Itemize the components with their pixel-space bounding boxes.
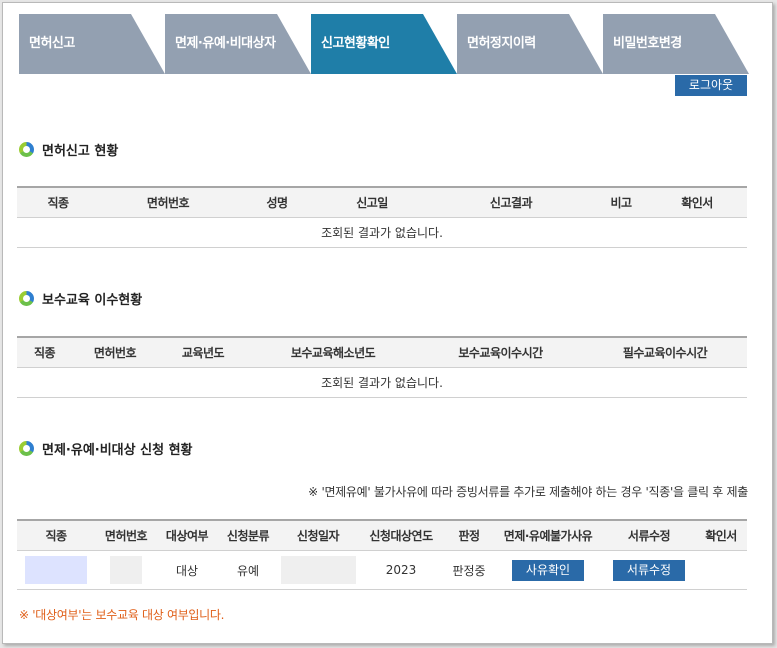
section-title-text: 보수교육 이수현황 [42, 292, 143, 308]
section-license-report-title: 면허신고 현황 [19, 138, 118, 160]
ring-icon [19, 440, 34, 456]
redacted-block [280, 556, 356, 584]
col-header: 신고일 [356, 196, 388, 210]
apply-date-cell [279, 551, 357, 589]
empty-message: 조회된 결과가 없습니다. [17, 368, 747, 398]
ring-icon [19, 290, 34, 306]
redacted-block [110, 556, 142, 584]
col-header: 서류수정 [627, 529, 671, 543]
check-reason-button[interactable]: 사유확인 [512, 559, 584, 581]
license-number-cell [95, 551, 157, 589]
col-header: 면허번호 [146, 196, 190, 210]
col-header: 면제·유예불가사유 [503, 529, 593, 543]
col-header: 보수교육이수시간 [458, 346, 543, 360]
section-exemption-title: 면제·유예·비대상 신청 현황 [19, 437, 193, 459]
col-header: 확인서 [681, 196, 713, 210]
col-header: 교육년도 [181, 346, 225, 360]
col-header: 확인서 [705, 529, 737, 543]
category-cell: 유예 [236, 563, 260, 578]
section-title-text: 면제·유예·비대상 신청 현황 [42, 442, 193, 458]
section-education-title: 보수교육 이수현황 [19, 287, 142, 309]
col-header: 신청일자 [296, 529, 340, 543]
logout-button[interactable]: 로그아웃 [675, 75, 747, 96]
reason-cell: 사유확인 [493, 551, 603, 589]
ring-icon [19, 141, 34, 157]
job-type-cell[interactable] [17, 551, 95, 589]
empty-message: 조회된 결과가 없습니다. [17, 218, 747, 248]
footer-note: ※ '대상여부'는 보수교육 대상 여부입니다. [19, 608, 225, 622]
col-header: 면허번호 [93, 346, 137, 360]
col-header: 보수교육해소년도 [290, 346, 376, 360]
col-header: 신청대상연도 [369, 529, 433, 543]
exemption-table: 직종 면허번호 대상여부 신청분류 신청일자 신청대상연도 판정 면제·유예불가… [17, 519, 747, 590]
col-header: 직종 [45, 529, 67, 543]
col-header: 비고 [610, 196, 632, 210]
col-header: 면허번호 [104, 529, 148, 543]
col-header: 신고결과 [489, 196, 533, 210]
col-header: 대상여부 [165, 529, 209, 543]
education-table: 직종 면허번호 교육년도 보수교육해소년도 보수교육이수시간 필수교육이수시간 … [17, 336, 747, 398]
exemption-notice: ※ '면제유예' 불가사유에 따라 증빙서류를 추가로 제출해야 하는 경우 '… [308, 485, 748, 499]
table-header: 직종 면허번호 성명 신고일 신고결과 비고 확인서 [17, 186, 747, 218]
edit-documents-button[interactable]: 서류수정 [613, 559, 685, 581]
table-row: 대상 유예 2023 판정중 사유확인 서류수정 [17, 551, 747, 590]
col-header: 신청분류 [226, 529, 270, 543]
col-header: 필수교육이수시간 [622, 346, 708, 360]
license-report-table: 직종 면허번호 성명 신고일 신고결과 비고 확인서 조회된 결과가 없습니다. [17, 186, 747, 248]
target-year-cell: 2023 [385, 563, 417, 577]
target-cell: 대상 [175, 563, 199, 578]
redacted-block [25, 556, 87, 584]
table-header: 직종 면허번호 교육년도 보수교육해소년도 보수교육이수시간 필수교육이수시간 [17, 336, 747, 368]
col-header: 직종 [47, 196, 69, 210]
col-header: 성명 [266, 196, 288, 210]
decision-cell: 판정중 [452, 563, 486, 578]
col-header: 판정 [458, 529, 480, 543]
certificate-cell [695, 551, 747, 589]
table-header: 직종 면허번호 대상여부 신청분류 신청일자 신청대상연도 판정 면제·유예불가… [17, 519, 747, 551]
edit-docs-cell: 서류수정 [603, 551, 695, 589]
col-header: 직종 [33, 346, 56, 360]
section-title-text: 면허신고 현황 [42, 143, 119, 159]
